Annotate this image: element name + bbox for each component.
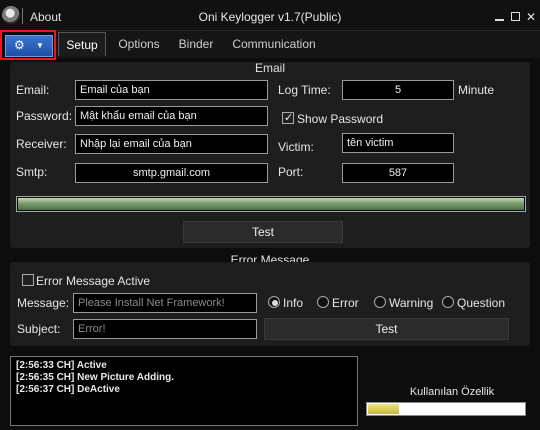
tab-setup[interactable]: Setup xyxy=(58,32,106,56)
tab-options[interactable]: Options xyxy=(112,32,166,56)
send-progress-fill xyxy=(18,198,524,210)
smtp-label: Smtp: xyxy=(16,165,48,179)
show-password-checkbox[interactable] xyxy=(282,111,294,124)
log-time-unit: Minute xyxy=(458,83,495,97)
tab-communication[interactable]: Communication xyxy=(226,32,322,56)
gear-icon: ⚙ xyxy=(14,38,25,52)
log-line: [2:56:37 CH] DeActive xyxy=(16,384,120,395)
radio-warning[interactable] xyxy=(374,296,386,308)
password-label: Password: xyxy=(16,109,73,123)
smtp-field[interactable]: smtp.gmail.com xyxy=(75,163,268,183)
minimize-button[interactable] xyxy=(492,10,506,24)
close-icon: ✕ xyxy=(525,10,537,24)
subject-placeholder: Error! xyxy=(78,323,106,335)
radio-error-label: Error xyxy=(332,296,359,310)
close-button[interactable]: ✕ xyxy=(524,10,538,24)
radio-question[interactable] xyxy=(442,296,454,308)
receiver-label: Receiver: xyxy=(16,137,67,151)
radio-info-label: Info xyxy=(283,296,304,310)
tab-binder[interactable]: Binder xyxy=(172,32,220,56)
port-field[interactable]: 587 xyxy=(342,163,454,183)
show-password-label: Show Password xyxy=(297,112,384,126)
radio-info[interactable] xyxy=(268,296,280,308)
send-progress-bar xyxy=(16,196,526,212)
maximize-icon xyxy=(511,12,520,21)
error-test-button[interactable]: Test xyxy=(264,318,509,340)
error-active-checkbox[interactable] xyxy=(22,274,34,286)
message-placeholder: Please Install Net Framework! xyxy=(78,297,225,309)
log-line: [2:56:33 CH] Active xyxy=(16,360,107,371)
email-test-button[interactable]: Test xyxy=(183,221,343,243)
receiver-field[interactable]: Nhập lại email của bạn xyxy=(75,134,268,154)
message-label: Message: xyxy=(17,296,70,310)
minimize-icon xyxy=(495,19,504,21)
features-progress-fill xyxy=(368,404,400,414)
log-time-label: Log Time: xyxy=(278,83,331,97)
maximize-button[interactable] xyxy=(509,10,523,24)
radio-question-label: Question xyxy=(457,296,506,310)
settings-button-face: ⚙ ▼ xyxy=(5,35,53,57)
caret-down-icon: ▼ xyxy=(36,41,44,50)
error-active-label: Error Message Active xyxy=(36,274,151,288)
features-progress-bar xyxy=(366,402,526,416)
activity-log: [2:56:33 CH] Active [2:56:35 CH] New Pic… xyxy=(10,356,358,426)
message-input[interactable]: Please Install Net Framework! xyxy=(73,293,257,313)
email-label: Email: xyxy=(16,83,50,97)
port-label: Port: xyxy=(278,165,304,179)
log-line: [2:56:35 CH] New Picture Adding. xyxy=(16,372,174,383)
victim-field[interactable]: tên victim xyxy=(342,133,454,153)
password-field[interactable]: Mật khẩu email của bạn xyxy=(75,106,268,126)
email-section-title: Email xyxy=(254,61,285,75)
subject-label: Subject: xyxy=(17,322,61,336)
email-field[interactable]: Email của bạn xyxy=(75,80,268,100)
subject-input[interactable]: Error! xyxy=(73,319,257,339)
features-label: Kullanılan Özellik xyxy=(409,386,495,398)
settings-menu-button[interactable]: ⚙ ▼ xyxy=(0,30,56,60)
window-title: Oni Keylogger v1.7(Public) xyxy=(198,10,342,24)
victim-label: Victim: xyxy=(278,140,314,154)
log-time-field[interactable]: 5 xyxy=(342,80,454,100)
radio-warning-label: Warning xyxy=(389,296,434,310)
radio-error[interactable] xyxy=(317,296,329,308)
